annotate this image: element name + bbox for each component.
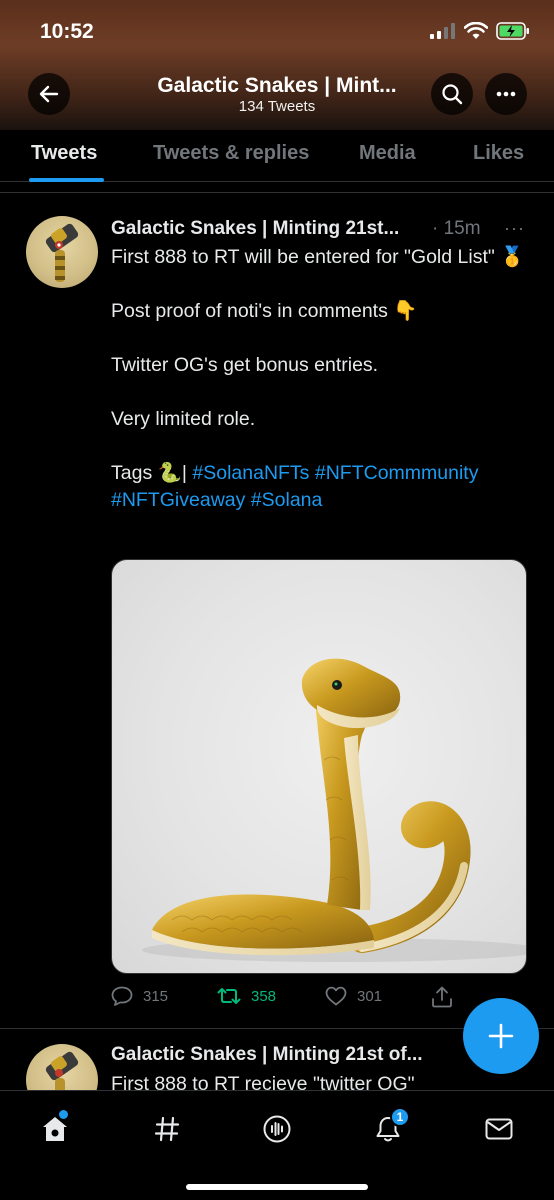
avatar[interactable] — [26, 1044, 98, 1090]
hashtag-link[interactable]: #NFTGiveaway — [111, 489, 245, 511]
tab-likes[interactable]: Likes — [473, 142, 524, 165]
reply-count: 315 — [143, 987, 169, 1005]
golden-snake-image — [142, 658, 526, 962]
search-icon — [442, 84, 463, 105]
notification-count-badge: 1 — [390, 1107, 410, 1127]
tweet-line: First 888 to RT will be entered for "Gol… — [111, 246, 525, 268]
avatar[interactable] — [26, 216, 98, 288]
hashtag-link[interactable]: #Solana — [251, 489, 323, 511]
tweet-line: First 888 to RT recieve "twitter OG" — [111, 1073, 415, 1090]
active-tab-indicator — [29, 178, 104, 182]
home-indicator — [186, 1184, 368, 1190]
tab-tweets-and-replies[interactable]: Tweets & replies — [153, 142, 309, 165]
reply-icon — [111, 986, 133, 1006]
like-icon — [325, 986, 347, 1006]
nav-home[interactable] — [33, 1107, 77, 1151]
robot-hammer-avatar-icon — [45, 1051, 79, 1090]
compose-tweet-button[interactable] — [463, 998, 539, 1074]
like-count: 301 — [357, 987, 383, 1005]
robot-hammer-avatar-icon — [45, 223, 79, 282]
tab-media[interactable]: Media — [359, 142, 416, 165]
nav-messages[interactable] — [477, 1107, 521, 1151]
hashtag-link[interactable]: #NFTCommmunity — [315, 462, 479, 484]
bottom-tab-bar: 1 — [0, 1090, 554, 1200]
tweet[interactable]: Galactic Snakes | Minting 21st... · 15m … — [0, 196, 554, 1029]
wifi-icon — [464, 22, 488, 39]
divider — [0, 192, 554, 193]
tweet-line: Twitter OG's get bonus entries. — [111, 354, 379, 376]
status-icons — [430, 22, 530, 40]
nav-notifications[interactable]: 1 — [366, 1107, 410, 1151]
messages-mail-icon — [485, 1118, 513, 1140]
tweet-line: Very limited role. — [111, 408, 256, 430]
more-icon — [496, 91, 516, 97]
nav-explore[interactable] — [145, 1107, 189, 1151]
share-icon — [432, 986, 452, 1008]
hashtag-link[interactable]: #SolanaNFTs — [192, 462, 309, 484]
tweet-text: First 888 to RT will be entered for "Gol… — [111, 244, 531, 514]
compose-plus-icon — [488, 1023, 514, 1049]
spaces-icon — [263, 1115, 291, 1143]
tweet-more-button[interactable]: ··· — [504, 218, 525, 239]
search-button[interactable] — [431, 73, 473, 115]
status-time: 10:52 — [40, 20, 94, 43]
tweet-actions: 315 358 301 — [111, 986, 531, 1016]
unread-dot — [59, 1110, 68, 1119]
like-button[interactable]: 301 — [325, 986, 382, 1006]
tags-prefix: Tags 🐍| — [111, 462, 193, 484]
retweet-count: 358 — [251, 987, 277, 1005]
header-tweet-count: 134 Tweets — [238, 98, 316, 115]
tweet-author-name[interactable]: Galactic Snakes | Minting 21st of... — [111, 1044, 423, 1066]
tweet-tags-line: Tags 🐍| #SolanaNFTs #NFTCommmunity #NFTG… — [111, 460, 531, 514]
tweet-timestamp: · 15m — [432, 218, 481, 239]
explore-hash-icon — [154, 1116, 180, 1142]
tab-tweets[interactable]: Tweets — [31, 142, 97, 165]
tweet-text: First 888 to RT recieve "twitter OG" — [111, 1071, 531, 1090]
tweet-line: Post proof of noti's in comments 👇 — [111, 300, 418, 322]
tweet-media-image[interactable] — [111, 559, 527, 974]
nav-spaces[interactable] — [255, 1107, 299, 1151]
back-button[interactable] — [28, 73, 70, 115]
header-title: Galactic Snakes | Mint... — [157, 74, 397, 97]
header-nav: Galactic Snakes | Mint... 134 Tweets — [0, 68, 554, 124]
profile-header: 10:52 Galactic Snakes | Mint... 134 Twee… — [0, 0, 554, 130]
reply-button[interactable]: 315 — [111, 986, 168, 1006]
battery-charging-icon — [496, 22, 529, 40]
cellular-signal-icon — [430, 23, 455, 39]
status-bar: 10:52 — [0, 0, 554, 66]
more-options-button[interactable] — [485, 73, 527, 115]
home-icon — [43, 1117, 67, 1141]
tweet-author-name[interactable]: Galactic Snakes | Minting 21st... — [111, 218, 399, 240]
profile-tabs: Tweets Tweets & replies Media Likes — [0, 130, 554, 182]
retweet-icon — [217, 988, 241, 1004]
share-button[interactable] — [431, 986, 453, 1008]
back-arrow-icon — [39, 85, 59, 103]
retweet-button[interactable]: 358 — [217, 986, 276, 1006]
